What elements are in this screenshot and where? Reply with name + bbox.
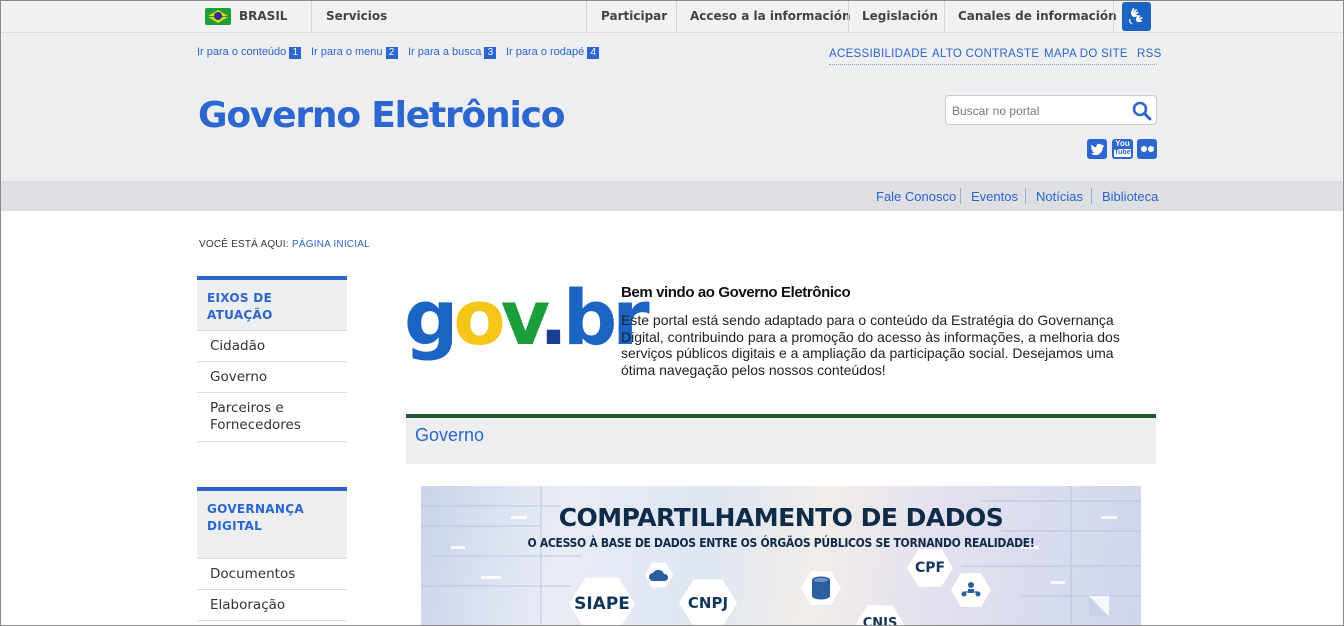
twitter-icon[interactable] [1087, 139, 1107, 159]
welcome-text: Este portal está sendo adaptado para o c… [621, 312, 1120, 378]
banner-title: COMPARTILHAMENTO DE DADOS [558, 503, 1004, 532]
skip-link-content[interactable]: Ir para o conteúdo 1 [197, 46, 302, 59]
govbar-link-canales[interactable]: Canales de información [958, 1, 1117, 32]
nav-link-biblioteca[interactable]: Biblioteca [1102, 189, 1158, 204]
sidebar-item-parceiros[interactable]: Parceiros e Fornecedores [197, 393, 347, 442]
govbar-link-acceso-informacion[interactable]: Acceso a la información [690, 1, 851, 32]
sidebar-section-title: EIXOS DE ATUAÇÃO [197, 276, 347, 330]
search-input[interactable] [952, 102, 1122, 120]
govbar-link-participar[interactable]: Participar [601, 1, 667, 32]
accessibility-link[interactable]: ACESSIBILIDADE [829, 48, 928, 60]
sidebar-item-governo[interactable]: Governo [197, 362, 347, 393]
skip-link-search[interactable]: Ir para a busca 3 [408, 46, 497, 59]
high-contrast-link[interactable]: ALTO CONTRASTE [932, 48, 1039, 60]
country-label[interactable]: BRASIL [239, 1, 287, 32]
search-icon[interactable] [1131, 100, 1153, 122]
data-sharing-banner[interactable]: COMPARTILHAMENTO DE DADOS O ACESSO À BAS… [421, 486, 1141, 625]
section-header [406, 418, 1156, 464]
service-nav-bar: Fale Conosco Eventos Notícias Biblioteca [1, 181, 1343, 211]
breadcrumb-current[interactable]: PÁGINA INICIAL [292, 239, 370, 250]
sidebar-item-elaboracao[interactable]: Elaboração [197, 590, 347, 621]
section-title-governo[interactable]: Governo [415, 425, 484, 446]
services-link[interactable]: Servicios [326, 1, 387, 32]
brazil-flag-icon [205, 8, 231, 25]
skip-link-menu[interactable]: Ir para o menu 2 [311, 46, 398, 59]
site-header: Ir para o conteúdo 1 Ir para o menu 2 Ir p… [1, 33, 1343, 181]
sitemap-link[interactable]: MAPA DO SITE [1044, 48, 1128, 60]
nav-link-noticias[interactable]: Notícias [1036, 189, 1083, 204]
nav-link-fale-conosco[interactable]: Fale Conosco [876, 189, 956, 204]
nav-link-eventos[interactable]: Eventos [971, 189, 1018, 204]
banner-subtitle: O ACESSO À BASE DE DADOS ENTRE OS ÓRGÃOS… [527, 536, 1035, 550]
rss-link[interactable]: RSS [1137, 48, 1162, 60]
youtube-icon[interactable]: You Tube [1112, 139, 1133, 159]
government-bar: BRASIL Servicios Participar Acceso a la … [1, 1, 1343, 33]
site-title[interactable]: Governo Eletrônico [198, 95, 565, 136]
gov-br-logo[interactable]: gov.br [404, 273, 650, 363]
welcome-title: Bem vindo ao Governo Eletrônico [621, 284, 851, 301]
sidebar-section-title: GOVERNANÇA DIGITAL [197, 487, 347, 558]
sidebar-item-cidadao[interactable]: Cidadão [197, 330, 347, 362]
govbar-link-legislacion[interactable]: Legislación [862, 1, 938, 32]
skip-link-footer[interactable]: Ir para o rodapé 4 [506, 46, 600, 59]
flickr-icon[interactable] [1137, 139, 1157, 159]
search-box [945, 95, 1157, 125]
breadcrumb-prefix: VOCÊ ESTÁ AQUI: [199, 239, 289, 250]
sidebar-item-documentos[interactable]: Documentos [197, 558, 347, 590]
sign-language-icon[interactable] [1122, 2, 1151, 31]
